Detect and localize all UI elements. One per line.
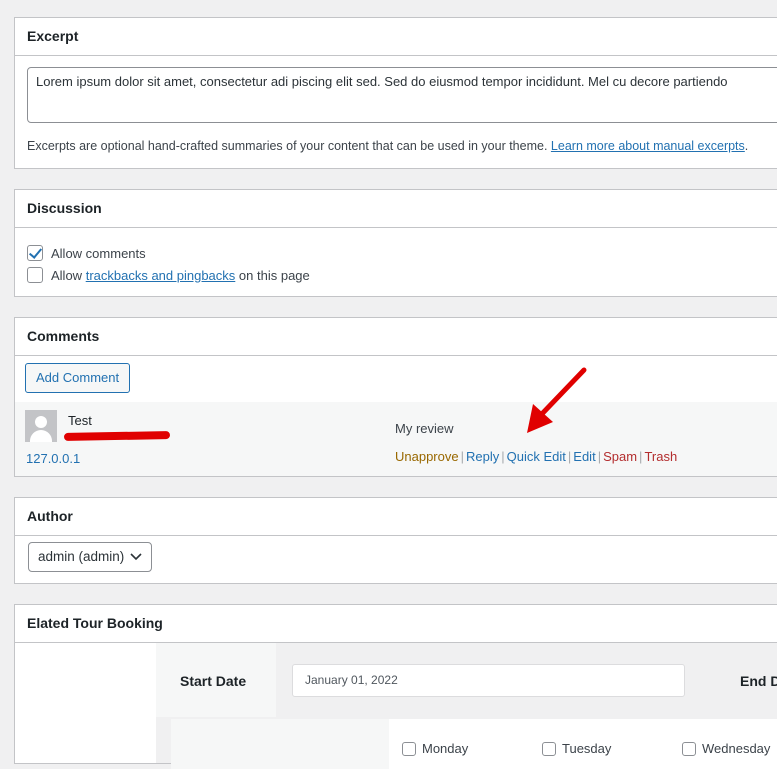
redaction-mark — [63, 431, 171, 441]
day-label: Tuesday — [562, 741, 612, 756]
end-date-label: End Date — [740, 673, 777, 689]
quick-edit-link[interactable]: Quick Edit — [507, 449, 566, 464]
reply-link[interactable]: Reply — [466, 449, 499, 464]
excerpt-panel: Excerpt Lorem ipsum dolor sit amet, cons… — [14, 17, 777, 169]
author-select-value: admin (admin) — [38, 549, 125, 564]
discussion-panel: Discussion Allow comments Allow trackbac… — [14, 189, 777, 297]
discussion-title: Discussion — [15, 190, 777, 228]
start-date-input[interactable]: January 01, 2022 — [292, 664, 685, 697]
comment-text: My review — [395, 421, 454, 436]
comment-row: Test 127.0.0.1 My review Unapprove | Reply… — [15, 402, 777, 476]
day-wednesday[interactable]: Wednesday — [682, 741, 770, 756]
excerpt-help: Excerpts are optional hand-crafted summa… — [27, 139, 748, 153]
day-tuesday[interactable]: Tuesday — [542, 741, 611, 756]
day-checkbox[interactable] — [542, 741, 556, 756]
edit-link[interactable]: Edit — [573, 449, 595, 464]
chevron-down-icon — [130, 553, 142, 561]
allow-trackbacks-checkbox[interactable] — [27, 267, 43, 283]
tour-booking-title: Elated Tour Booking — [15, 605, 777, 643]
allow-trackbacks-prefix: Allow — [51, 267, 83, 283]
day-monday[interactable]: Monday — [402, 741, 468, 756]
comment-ip-link[interactable]: 127.0.0.1 — [26, 451, 80, 466]
allow-comments-row: Allow comments — [27, 245, 146, 261]
comments-title: Comments — [15, 318, 777, 356]
avatar — [25, 410, 57, 442]
author-panel: Author admin (admin) — [14, 497, 777, 584]
start-date-label: Start Date — [180, 673, 247, 689]
trackbacks-link[interactable]: trackbacks and pingbacks — [86, 268, 236, 283]
allow-trackbacks-suffix: on this page — [238, 267, 310, 283]
comment-author: Test — [68, 413, 92, 428]
days-label-cell — [171, 719, 389, 769]
tour-booking-left-column — [15, 643, 156, 763]
spam-link[interactable]: Spam — [603, 449, 637, 464]
excerpt-title: Excerpt — [15, 18, 777, 56]
day-checkbox[interactable] — [402, 741, 416, 756]
unapprove-link[interactable]: Unapprove — [395, 449, 459, 464]
excerpt-help-tail: . — [744, 139, 749, 153]
separator: | — [460, 449, 464, 464]
comments-panel: Comments Add Comment Test 127.0.0.1 My r… — [14, 317, 777, 477]
avatar-head-shape — [35, 416, 47, 428]
add-comment-button[interactable]: Add Comment — [25, 363, 131, 393]
separator: | — [639, 449, 643, 464]
allow-comments-label: Allow comments — [51, 245, 146, 261]
trash-link[interactable]: Trash — [644, 449, 677, 464]
author-select[interactable]: admin (admin) — [28, 542, 152, 572]
day-label: Monday — [422, 741, 469, 756]
day-label: Wednesday — [702, 741, 771, 756]
allow-trackbacks-row: Allow trackbacks and pingbacks on this p… — [27, 267, 310, 283]
excerpt-help-text: Excerpts are optional hand-crafted summa… — [27, 139, 548, 153]
day-checkbox[interactable] — [682, 741, 696, 756]
separator: | — [597, 449, 602, 464]
allow-comments-checkbox[interactable] — [27, 245, 43, 261]
excerpt-textarea[interactable]: Lorem ipsum dolor sit amet, consectetur … — [27, 67, 777, 123]
author-title: Author — [15, 498, 777, 536]
comment-actions: Unapprove | Reply | Quick Edit | Edit | Spam | Tra… — [395, 449, 677, 464]
avatar-body-shape — [30, 430, 52, 442]
separator: | — [567, 449, 572, 464]
tour-booking-panel: Elated Tour Booking Start Date January 0… — [14, 604, 777, 769]
excerpt-learn-more-link[interactable]: Learn more about manual excerpts — [551, 139, 745, 153]
separator: | — [501, 449, 505, 464]
